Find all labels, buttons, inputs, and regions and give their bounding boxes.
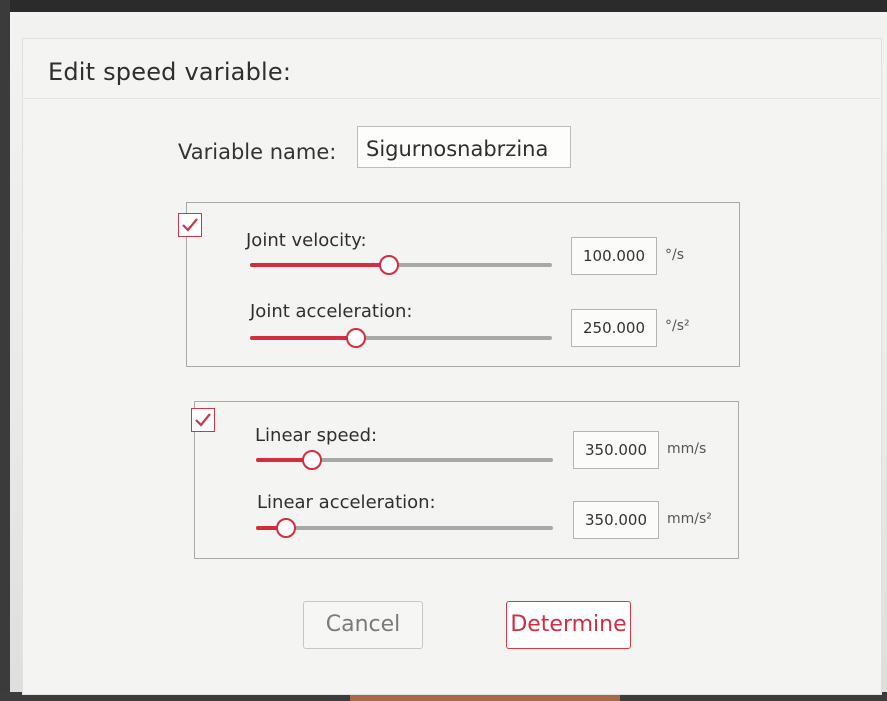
joint-velocity-input[interactable]: 100.000 bbox=[571, 237, 657, 275]
variable-name-label: Variable name: bbox=[178, 140, 337, 164]
joint-velocity-slider-thumb[interactable] bbox=[378, 255, 399, 275]
joint-acceleration-label: Joint acceleration: bbox=[250, 301, 413, 322]
check-icon bbox=[195, 413, 211, 427]
linear-acceleration-label: Linear acceleration: bbox=[257, 492, 436, 513]
linear-enable-checkbox[interactable] bbox=[191, 408, 215, 432]
joint-acceleration-fill bbox=[250, 336, 356, 340]
joint-acceleration-input[interactable]: 250.000 bbox=[571, 309, 657, 347]
dialog-title: Edit speed variable: bbox=[48, 58, 292, 86]
joint-acceleration-slider-thumb[interactable] bbox=[345, 328, 366, 348]
linear-acceleration-slider-thumb[interactable] bbox=[275, 518, 296, 538]
check-icon bbox=[182, 218, 198, 232]
title-divider bbox=[22, 98, 880, 99]
screen-bezel-top bbox=[0, 0, 887, 12]
determine-button[interactable]: Determine bbox=[506, 601, 631, 649]
linear-acceleration-unit: mm/s² bbox=[667, 511, 712, 527]
linear-speed-label: Linear speed: bbox=[255, 425, 378, 446]
linear-acceleration-input[interactable]: 350.000 bbox=[573, 501, 659, 539]
screen-bezel-left bbox=[0, 0, 10, 701]
joint-velocity-fill bbox=[250, 263, 389, 267]
linear-speed-input[interactable]: 350.000 bbox=[573, 431, 659, 469]
background-strip bbox=[350, 694, 620, 701]
joint-velocity-unit: °/s bbox=[665, 247, 685, 263]
linear-speed-unit: mm/s bbox=[667, 441, 707, 457]
joint-velocity-label: Joint velocity: bbox=[246, 230, 367, 251]
variable-name-input[interactable]: Sigurnosnabrzina bbox=[357, 126, 571, 168]
joint-enable-checkbox[interactable] bbox=[178, 213, 202, 237]
cancel-button[interactable]: Cancel bbox=[303, 601, 423, 649]
linear-acceleration-track bbox=[256, 526, 553, 530]
joint-acceleration-unit: °/s² bbox=[665, 318, 690, 334]
